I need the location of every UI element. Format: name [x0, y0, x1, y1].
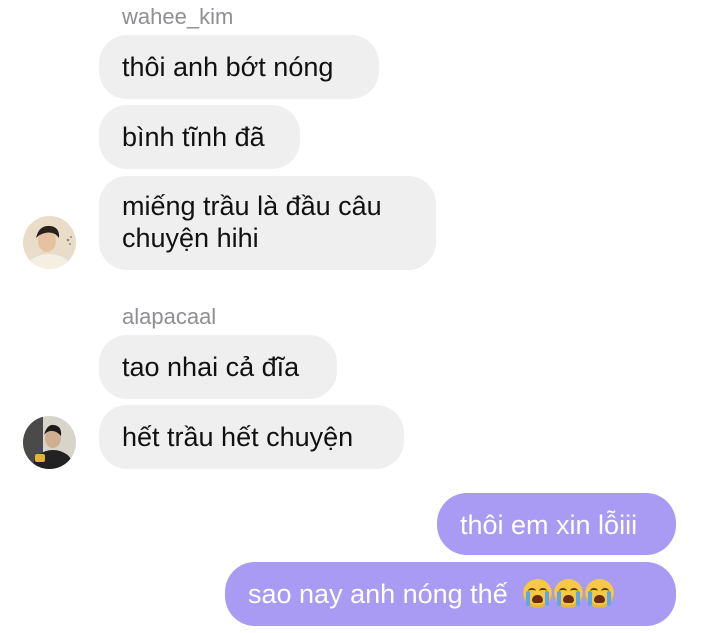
user-avatar-icon [23, 416, 76, 469]
message-bubble[interactable]: tao nhai cả đĩa [99, 335, 337, 399]
sender-name-alapacaal: alapacaal [122, 304, 217, 329]
user-avatar-icon [23, 216, 76, 269]
message-bubble[interactable]: miếng trầu là đầu câu chuyện hihi [99, 176, 436, 270]
sender-name-wahee-kim: wahee_kim [122, 4, 234, 29]
message-text: sao nay anh nóng thế [248, 579, 508, 609]
message-text: tao nhai cả đĩa [122, 352, 300, 382]
message-text: thôi em xin lỗiii [460, 510, 638, 540]
loudly-crying-face-icon [585, 579, 615, 608]
message-bubble[interactable]: bình tĩnh đã [99, 105, 300, 169]
message-text: thôi anh bớt nóng [122, 52, 334, 82]
message-text: bình tĩnh đã [122, 122, 265, 152]
loudly-crying-face-icon [523, 579, 553, 608]
message-text-line: chuyện hihi [122, 223, 259, 253]
message-bubble[interactable]: hết trầu hết chuyện [99, 405, 404, 469]
message-bubble[interactable]: thôi anh bớt nóng [99, 35, 379, 99]
message-text: hết trầu hết chuyện [122, 422, 354, 452]
loudly-crying-face-icon [554, 579, 584, 608]
avatar-alapacaal[interactable] [23, 416, 76, 469]
avatar-wahee-kim[interactable] [23, 216, 76, 269]
message-text-line: miếng trầu là đầu câu [122, 191, 382, 221]
outgoing-message-bubble[interactable]: thôi em xin lỗiii [437, 493, 676, 555]
outgoing-message-bubble[interactable]: sao nay anh nóng thế [225, 562, 676, 626]
